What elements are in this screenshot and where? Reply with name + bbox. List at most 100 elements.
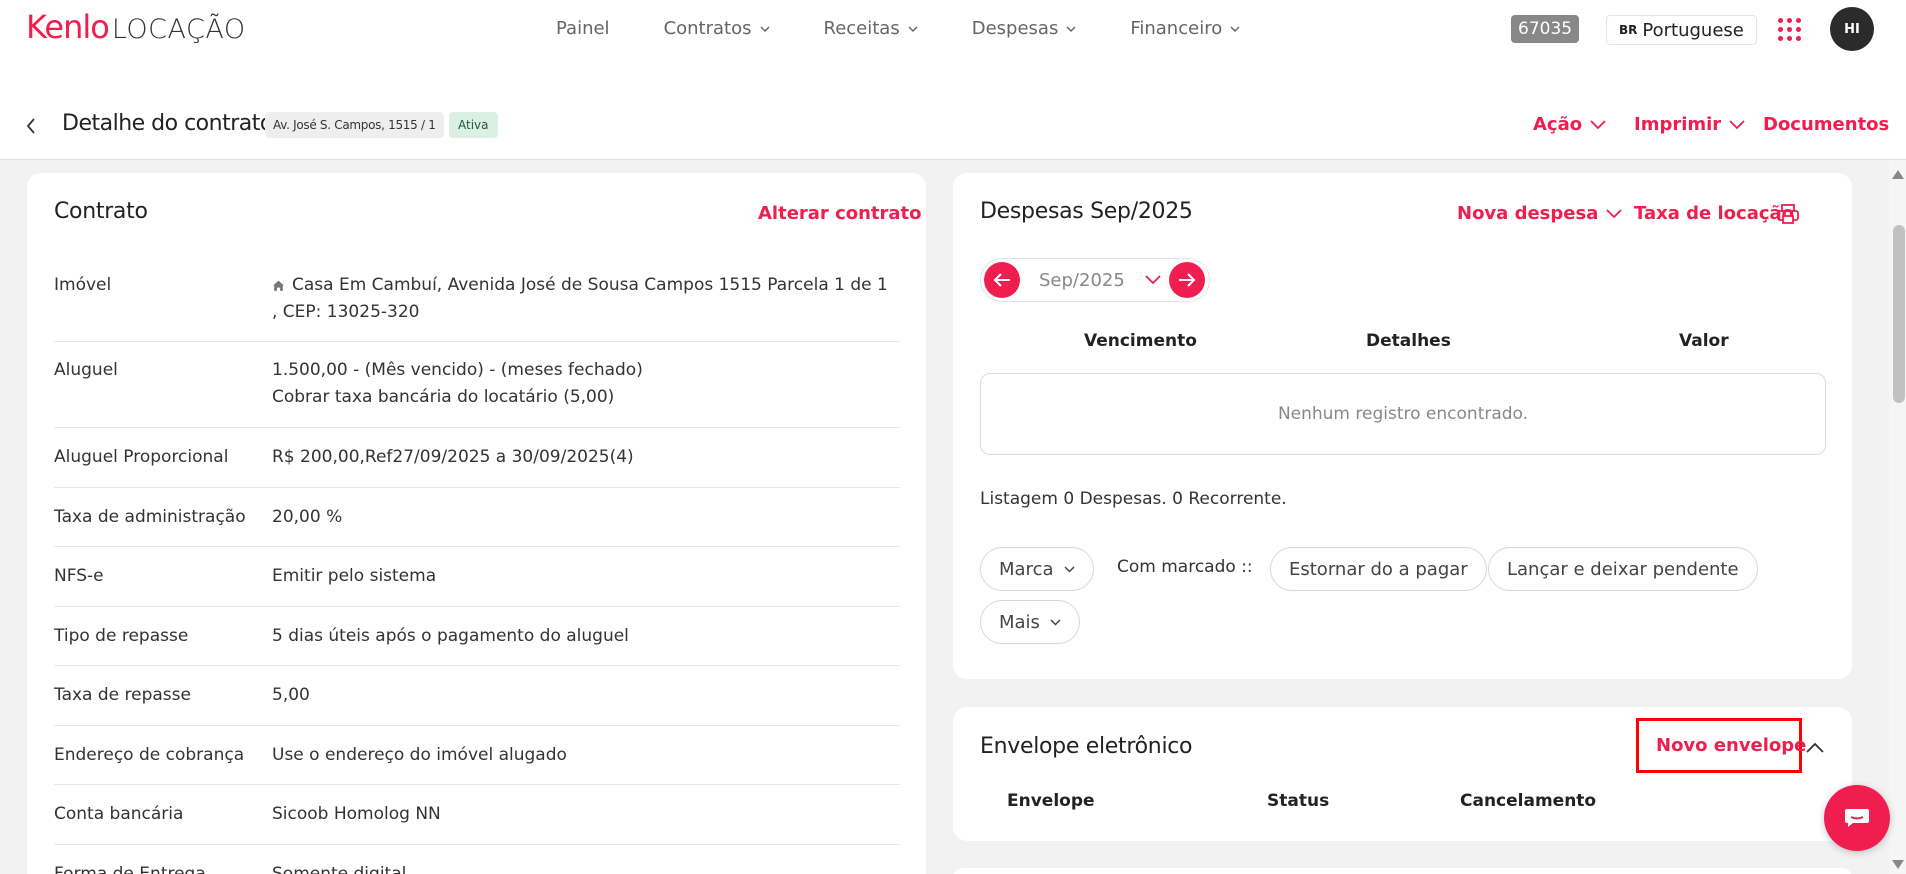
chevron-down-icon <box>759 25 770 32</box>
nav-item-painel[interactable]: Painel <box>556 18 610 39</box>
month-pager: Sep/2025 <box>980 258 1210 302</box>
previous-month-button[interactable] <box>984 262 1020 298</box>
language-label: Portuguese <box>1642 19 1744 41</box>
alterar-contrato-link[interactable]: Alterar contrato <box>758 203 922 224</box>
row-value: Somente digital <box>272 864 407 874</box>
row-label: Aluguel <box>54 360 118 380</box>
home-icon <box>273 280 284 291</box>
row-label: NFS-e <box>54 566 104 586</box>
contract-row-nfse: NFS-e Emitir pelo sistema <box>54 547 900 607</box>
current-month[interactable]: Sep/2025 <box>1039 270 1125 291</box>
avatar[interactable]: HI <box>1830 7 1874 51</box>
acao-dropdown[interactable]: Ação <box>1533 114 1606 135</box>
chevron-down-icon <box>1230 25 1240 32</box>
nav-label: Contratos <box>663 18 752 39</box>
envelope-title: Envelope eletrônico <box>980 734 1193 759</box>
imprimir-dropdown[interactable]: Imprimir <box>1634 114 1745 135</box>
chevron-down-icon <box>1729 119 1745 129</box>
contract-card: Contrato Alterar contrato Imóvel Casa Em… <box>27 173 926 874</box>
arrow-right-icon <box>1179 273 1196 287</box>
chevron-down-icon <box>1050 618 1061 626</box>
row-value: 1.500,00 - (Mês vencido) - (meses fechad… <box>272 360 643 380</box>
language-selector[interactable]: BR Portuguese <box>1606 15 1757 45</box>
column-cancelamento[interactable]: Cancelamento <box>1460 791 1596 811</box>
row-value: 5 dias úteis após o pagamento do aluguel <box>272 626 629 646</box>
nav-label: Painel <box>556 18 610 39</box>
column-detalhes[interactable]: Detalhes <box>1366 331 1451 351</box>
account-number-badge: 67035 <box>1511 15 1580 43</box>
chevron-down-icon <box>1063 565 1075 573</box>
lancar-pendente-button[interactable]: Lançar e deixar pendente <box>1488 547 1758 591</box>
main-menu: Painel Contratos Receitas Despesas Finan… <box>556 18 1294 39</box>
nav-item-contratos[interactable]: Contratos <box>664 18 770 39</box>
status-badge: Ativa <box>449 112 498 138</box>
column-valor[interactable]: Valor <box>1679 331 1729 351</box>
estornar-button[interactable]: Estornar do a pagar <box>1270 547 1487 591</box>
printer-icon[interactable] <box>1776 203 1800 225</box>
address-chip: Av. José S. Campos, 1515 / 1 <box>265 112 444 138</box>
contract-row-taxa-administracao: Taxa de administração 20,00 % <box>54 488 900 547</box>
column-status[interactable]: Status <box>1267 791 1329 811</box>
row-value: Use o endereço do imóvel alugado <box>272 745 567 765</box>
contract-row-taxa-repasse: Taxa de repasse 5,00 <box>54 666 900 726</box>
com-marcado-label: Com marcado :: <box>1117 557 1253 577</box>
empty-state: Nenhum registro encontrado. <box>980 373 1826 455</box>
row-label: Forma de Entrega <box>54 864 206 874</box>
nav-label: Despesas <box>971 18 1059 39</box>
scrollbar-thumb[interactable] <box>1893 225 1905 403</box>
chevron-down-icon <box>1590 119 1606 129</box>
mais-label: Mais <box>999 611 1040 633</box>
row-label: Conta bancária <box>54 804 184 824</box>
acao-label: Ação <box>1533 114 1583 135</box>
nova-despesa-label: Nova despesa <box>1457 203 1599 224</box>
scroll-up-arrow-icon[interactable] <box>1892 170 1904 179</box>
imprimir-label: Imprimir <box>1634 114 1722 135</box>
scroll-down-arrow-icon[interactable] <box>1892 860 1904 869</box>
taxa-locacao-link[interactable]: Taxa de locação <box>1634 203 1794 224</box>
row-label: Taxa de repasse <box>54 685 191 705</box>
chevron-down-icon <box>908 25 918 32</box>
row-value-secondary: Cobrar taxa bancária do locatário (5,00) <box>272 387 615 407</box>
nav-item-financeiro[interactable]: Financeiro <box>1130 18 1240 39</box>
chat-button[interactable] <box>1824 785 1890 851</box>
imovel-value: Casa Em Cambuí, Avenida José de Sousa Ca… <box>272 275 888 322</box>
contract-row-conta-bancaria: Conta bancária Sicoob Homolog NN <box>54 785 900 845</box>
back-arrow-icon[interactable] <box>24 116 38 136</box>
documentos-link[interactable]: Documentos <box>1763 114 1889 135</box>
grid-dots-icon[interactable] <box>1778 18 1802 42</box>
chevron-up-icon[interactable] <box>1806 742 1824 754</box>
contract-row-tipo-repasse: Tipo de repasse 5 dias úteis após o paga… <box>54 607 900 666</box>
nav-item-receitas[interactable]: Receitas <box>824 18 918 39</box>
contract-row-imovel: Imóvel Casa Em Cambuí, Avenida José de S… <box>54 257 900 342</box>
next-month-button[interactable] <box>1169 262 1205 298</box>
row-label: Endereço de cobrança <box>54 745 245 765</box>
chevron-down-icon <box>1606 208 1622 218</box>
contract-title: Contrato <box>54 199 148 224</box>
row-value: Casa Em Cambuí, Avenida José de Sousa Ca… <box>272 272 892 326</box>
expenses-card: Despesas Sep/2025 Nova despesa Taxa de l… <box>953 173 1852 679</box>
kenlo-logo[interactable]: Kenlo LOCAÇÃO <box>26 8 246 46</box>
page-title: Detalhe do contrato <box>62 111 273 136</box>
language-flag: BR <box>1619 23 1638 37</box>
page-header <box>0 60 1906 160</box>
row-value: Sicoob Homolog NN <box>272 804 441 824</box>
chevron-down-icon[interactable] <box>1145 275 1161 285</box>
nav-label: Financeiro <box>1130 18 1223 39</box>
logo-brand: Kenlo <box>26 8 110 46</box>
mais-dropdown[interactable]: Mais <box>980 600 1080 644</box>
nav-item-despesas[interactable]: Despesas <box>972 18 1077 39</box>
listing-summary: Listagem 0 Despesas. 0 Recorrente. <box>980 489 1287 509</box>
column-vencimento[interactable]: Vencimento <box>1084 331 1197 351</box>
arrow-left-icon <box>993 273 1010 287</box>
row-label: Imóvel <box>54 275 112 295</box>
marca-dropdown[interactable]: Marca <box>980 547 1094 591</box>
column-envelope[interactable]: Envelope <box>1007 791 1095 811</box>
marca-label: Marca <box>999 558 1054 580</box>
row-value: 20,00 % <box>272 507 343 527</box>
expenses-title: Despesas Sep/2025 <box>980 199 1193 224</box>
nav-label: Receitas <box>823 18 900 39</box>
top-navbar: Kenlo LOCAÇÃO Painel Contratos Receitas … <box>0 0 1906 60</box>
contract-row-aluguel: Aluguel 1.500,00 - (Mês vencido) - (mese… <box>54 342 900 428</box>
nova-despesa-dropdown[interactable]: Nova despesa <box>1457 203 1622 224</box>
novo-envelope-button[interactable]: Novo envelope <box>1656 735 1806 756</box>
